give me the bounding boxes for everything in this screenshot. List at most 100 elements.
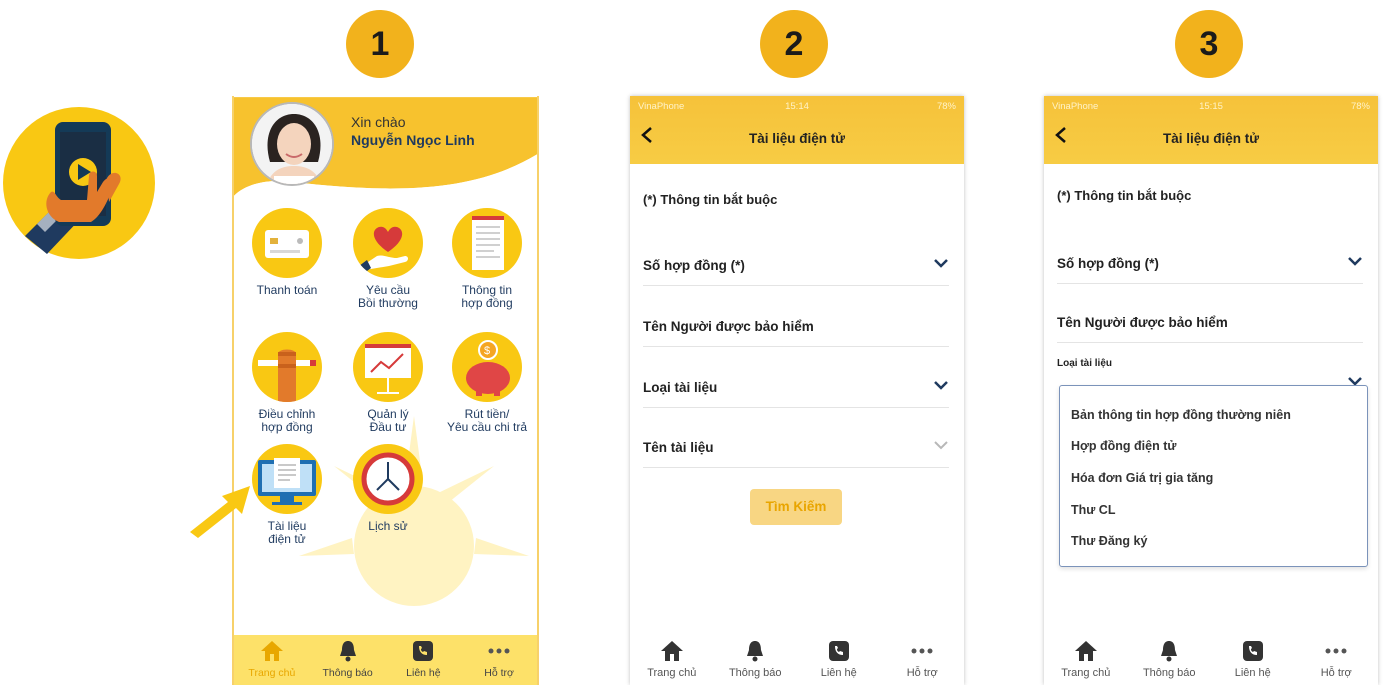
insured-name-field[interactable]: Tên Người được bảo hiểm (1057, 313, 1363, 343)
dropdown-option[interactable]: Bản thông tin hợp đồng thường niên (1071, 408, 1291, 422)
tab-label: Thông báo (728, 667, 782, 679)
tile-withdraw[interactable]: $ Rút tiền/Yêu cầu chi trả (441, 332, 533, 434)
pointer-arrow-icon (190, 486, 250, 538)
status-time: 15:14 (785, 101, 809, 112)
field-label: Loại tài liệu (643, 380, 718, 395)
chevron-down-icon (1348, 257, 1362, 266)
tile-label: Bồi thường (358, 296, 418, 310)
tab-label: Trang chủ (647, 667, 697, 679)
field-label: Loại tài liệu (1057, 358, 1113, 369)
tile-adjust-contract[interactable]: Điều chỉnh hợp đồng (241, 332, 333, 434)
clock-icon (361, 452, 415, 506)
home-icon (1074, 641, 1097, 661)
greeting-text: Xin chào (351, 114, 406, 130)
tile-label: Thanh toán (256, 283, 318, 297)
chevron-down-icon (934, 259, 948, 268)
e-documents-screen: VinaPhone 15:14 78% Tài liệu điện tử (*)… (630, 96, 964, 685)
phone-icon (413, 641, 434, 661)
contract-number-select[interactable]: Số hợp đồng (*) (643, 256, 949, 286)
tab-label: Liên hệ (820, 667, 857, 679)
tab-label: Thông báo (322, 667, 373, 679)
chevron-down-icon (934, 441, 948, 450)
e-documents-dropdown-screen: VinaPhone 15:15 78% Tài liệu điện tử (*)… (1044, 96, 1378, 685)
search-button[interactable]: Tìm Kiếm (750, 489, 842, 525)
chevron-down-icon (934, 381, 948, 390)
contract-document-icon (472, 216, 504, 270)
phone-icon (828, 641, 849, 661)
tile-history[interactable]: Lịch sử (342, 444, 434, 533)
dropdown-option[interactable]: Hóa đơn Giá trị gia tăng (1071, 471, 1213, 485)
tab-contact[interactable]: Liên hệ (386, 635, 462, 685)
battery-level: 78% (936, 101, 956, 112)
required-note: (*) Thông tin bắt buộc (1057, 188, 1192, 203)
tab-support[interactable]: Hỗ trợ (881, 635, 965, 685)
required-note: (*) Thông tin bắt buộc (643, 192, 778, 207)
tile-label: hợp đồng (261, 420, 313, 434)
field-label: Số hợp đồng (*) (643, 258, 745, 273)
home-screen: Xin chào Nguyễn Ngọc Linh Thanh toán Yêu… (232, 96, 539, 685)
page-title: Tài liệu điện tử (1162, 131, 1260, 146)
tab-contact[interactable]: Liên hệ (797, 635, 881, 685)
tile-label: Yêu cầu chi trả (446, 420, 528, 434)
heart-hand-icon (359, 226, 408, 274)
tile-contract-info[interactable]: Thông tin hợp đồng (441, 208, 533, 310)
bottom-tab-bar: Trang chủ Thông báo Liên hệ Hỗ trợ (234, 635, 537, 685)
tab-notifications[interactable]: Thông báo (714, 635, 798, 685)
tab-home[interactable]: Trang chủ (1044, 635, 1128, 685)
home-icon (660, 641, 683, 661)
tab-label: Hỗ trợ (1320, 667, 1352, 679)
battery-level: 78% (1350, 101, 1370, 112)
tab-home[interactable]: Trang chủ (234, 635, 310, 685)
tab-home[interactable]: Trang chủ (630, 635, 714, 685)
document-type-select[interactable]: Loại tài liệu (1057, 358, 1363, 388)
dropdown-option[interactable]: Thư CL (1071, 503, 1115, 517)
tile-investment[interactable]: Quản lý Đầu tư (342, 332, 434, 434)
dropdown-option[interactable]: Thư Đăng ký (1071, 534, 1147, 548)
phone-video-illustration-icon (3, 104, 156, 262)
tab-contact[interactable]: Liên hệ (1211, 635, 1295, 685)
nav-bar: VinaPhone 15:15 78% Tài liệu điện tử (1044, 96, 1378, 164)
document-type-select[interactable]: Loại tài liệu (643, 378, 949, 408)
home-icon (260, 641, 283, 661)
insured-name-field[interactable]: Tên Người được bảo hiểm (643, 317, 949, 347)
more-dots-icon (911, 648, 933, 654)
tab-label: Trang chủ (1061, 667, 1111, 679)
contract-number-select[interactable]: Số hợp đồng (*) (1057, 254, 1363, 284)
document-name-select[interactable]: Tên tài liệu (643, 438, 949, 468)
tile-label: Lịch sử (368, 519, 408, 533)
payment-card-icon (265, 230, 309, 258)
tab-notifications[interactable]: Thông báo (310, 635, 386, 685)
tile-payment[interactable]: Thanh toán (241, 208, 333, 297)
piggy-bank-icon: $ (466, 340, 510, 396)
bell-icon (1161, 641, 1178, 662)
tab-support[interactable]: Hỗ trợ (461, 635, 537, 685)
tab-label: Hỗ trợ (906, 667, 938, 679)
bottom-tab-bar: Trang chủ Thông báo Liên hệ Hỗ trợ (1044, 635, 1378, 685)
field-label: Số hợp đồng (*) (1057, 256, 1159, 271)
tab-notifications[interactable]: Thông báo (1128, 635, 1212, 685)
bell-icon (747, 641, 764, 662)
tab-label: Liên hệ (406, 667, 441, 679)
tab-label: Liên hệ (1234, 667, 1271, 679)
field-label: Tên tài liệu (643, 440, 714, 455)
more-dots-icon (1325, 648, 1347, 654)
user-name: Nguyễn Ngọc Linh (351, 132, 475, 148)
document-type-dropdown: Bản thông tin hợp đồng thường niên Hợp đ… (1059, 385, 1368, 567)
tile-claim[interactable]: Yêu cầu Bồi thường (342, 208, 434, 310)
tab-label: Thông báo (1142, 667, 1196, 679)
tab-support[interactable]: Hỗ trợ (1295, 635, 1379, 685)
field-label: Tên Người được bảo hiểm (1057, 315, 1228, 330)
tile-label: hợp đồng (461, 296, 513, 310)
bell-icon (339, 641, 356, 662)
investment-chart-icon (365, 344, 411, 394)
hand-pencil-icon (258, 349, 316, 402)
phone-icon (1242, 641, 1263, 661)
bottom-tab-bar: Trang chủ Thông báo Liên hệ Hỗ trợ (630, 635, 964, 685)
dropdown-option[interactable]: Hợp đồng điện tử (1071, 439, 1176, 453)
avatar[interactable] (250, 102, 334, 186)
monitor-document-icon (258, 458, 316, 505)
step-badge-3: 3 (1175, 10, 1243, 78)
tab-label: Trang chủ (248, 667, 296, 679)
status-time: 15:15 (1199, 101, 1223, 112)
nav-bar: VinaPhone 15:14 78% Tài liệu điện tử (630, 96, 964, 164)
